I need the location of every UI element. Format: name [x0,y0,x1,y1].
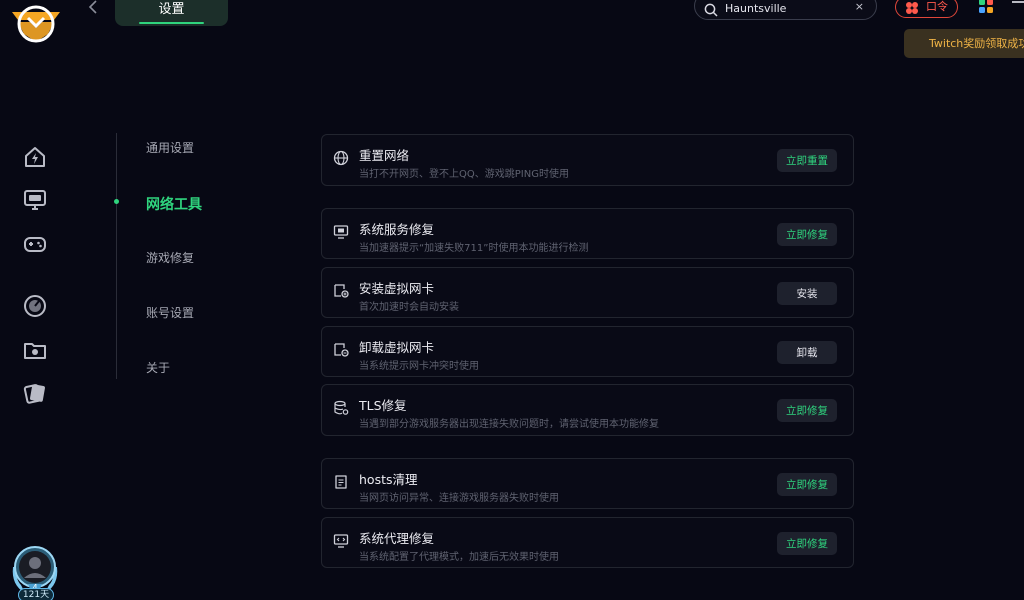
card-system-proxy-repair: 系统代理修复 当系统配置了代理模式，加速后无效果时使用 立即修复 [321,517,854,568]
repair-tls-button[interactable]: 立即修复 [777,399,837,422]
card-title: 安装虚拟网卡 [359,281,435,296]
search-box[interactable]: × [694,0,877,20]
nav-item-general[interactable]: 通用设置 [146,139,194,156]
membership-days-badge: 121天 [18,588,54,600]
globe-icon [333,150,349,166]
repair-system-service-button[interactable]: 立即修复 [777,223,837,246]
nav-divider [116,133,117,379]
clover-icon [906,2,918,14]
card-title: hosts清理 [359,472,418,487]
document-icon [335,475,347,489]
card-description: 当网页访问异常、连接游戏服务器失败时使用 [359,493,559,504]
nav-item-account[interactable]: 账号设置 [146,304,194,321]
nav-item-about[interactable]: 关于 [146,359,170,376]
clean-hosts-button[interactable]: 立即修复 [777,473,837,496]
home-boost-icon[interactable] [23,145,47,169]
app-logo [12,5,60,43]
network-card-icon [334,284,349,298]
minimize-button[interactable] [1012,1,1024,3]
code-button[interactable]: 口令 [895,0,958,18]
monitor-icon[interactable] [23,188,47,212]
back-button[interactable] [88,0,104,16]
card-system-service-repair: 系统服务修复 当加速器提示“加速失败711”时使用本功能进行检测 立即修复 [321,208,854,259]
tab-settings[interactable]: 设置 [115,0,228,26]
card-install-virtual-nic: 安装虚拟网卡 首次加速时会自动安装 安装 [321,267,854,318]
card-description: 当遇到部分游戏服务器出现连接失败问题时，请尝试使用本功能修复 [359,419,659,430]
speedometer-icon[interactable] [23,294,47,318]
card-title: 系统代理修复 [359,531,435,546]
card-title: 系统服务修复 [359,222,435,237]
tab-active-underline [139,22,204,24]
search-input[interactable] [725,0,845,16]
card-description: 当打不开网页、登不上QQ、游戏跳PING时使用 [359,169,569,180]
nav-active-indicator [114,199,119,204]
nav-item-network-tools[interactable]: 网络工具 [146,194,202,214]
monitor-code-icon [333,534,349,548]
card-tls-repair: TLS修复 当遇到部分游戏服务器出现连接失败问题时，请尝试使用本功能修复 立即修… [321,384,854,436]
card-title: 重置网络 [359,148,410,163]
card-reset-network: 重置网络 当打不开网页、登不上QQ、游戏跳PING时使用 立即重置 [321,134,854,186]
reward-tooltip: Twitch奖励领取成功 [904,29,1024,58]
gamepad-icon[interactable] [23,232,47,256]
tab-settings-label: 设置 [158,2,185,17]
apps-icon[interactable] [978,0,994,14]
clear-search-button[interactable]: × [855,0,864,13]
card-description: 当加速器提示“加速失败711”时使用本功能进行检测 [359,243,589,254]
install-virtual-nic-button[interactable]: 安装 [777,282,837,305]
card-title: TLS修复 [359,398,407,413]
reset-network-button[interactable]: 立即重置 [777,149,837,172]
uninstall-virtual-nic-button[interactable]: 卸载 [777,341,837,364]
card-description: 当系统提示网卡冲突时使用 [359,361,479,372]
code-button-label: 口令 [926,0,948,13]
reward-tooltip-text: Twitch奖励领取成功 [929,37,1024,50]
monitor-icon [333,225,349,239]
nav-item-game-repair[interactable]: 游戏修复 [146,249,194,266]
folder-icon[interactable] [23,338,47,362]
card-title: 卸载虚拟网卡 [359,340,435,355]
database-gear-icon [334,400,349,415]
card-description: 当系统配置了代理模式，加速后无效果时使用 [359,552,559,563]
chevron-left-icon [88,0,97,14]
search-icon [704,3,718,17]
network-card-icon [334,343,349,357]
card-description: 首次加速时会自动安装 [359,302,459,313]
cards-icon[interactable] [23,381,47,405]
card-uninstall-virtual-nic: 卸载虚拟网卡 当系统提示网卡冲突时使用 卸载 [321,326,854,377]
repair-system-proxy-button[interactable]: 立即修复 [777,532,837,555]
card-hosts-cleanup: hosts清理 当网页访问异常、连接游戏服务器失败时使用 立即修复 [321,458,854,509]
